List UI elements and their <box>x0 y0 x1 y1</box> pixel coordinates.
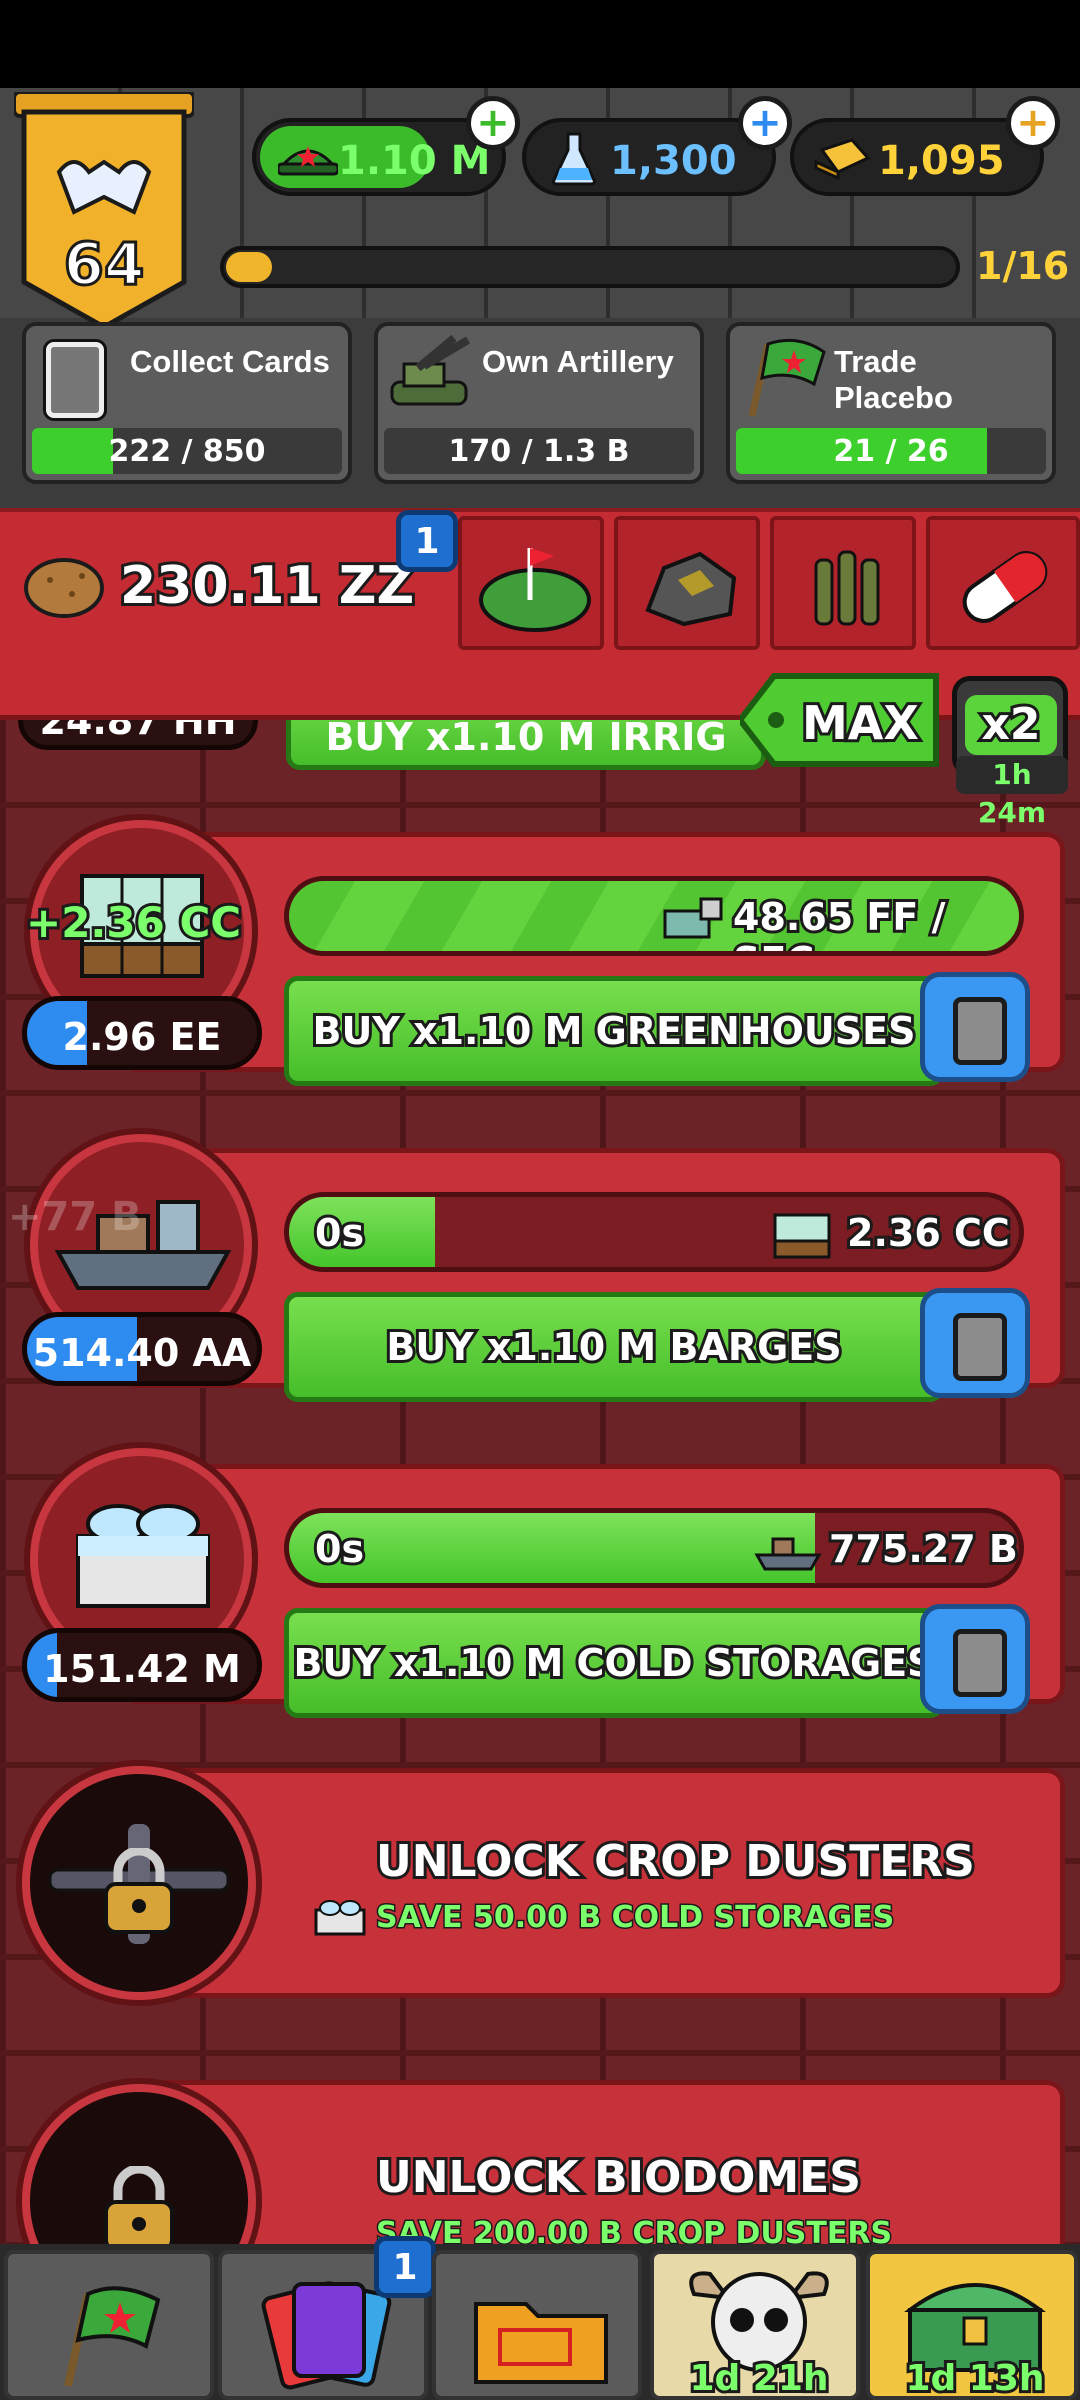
xp-bar <box>220 246 960 288</box>
quest-progress-text: 222 / 850 <box>108 434 266 469</box>
max-button[interactable]: MAX <box>736 672 940 768</box>
quest-title: Trade Placebo <box>834 344 953 415</box>
level-number: 64 <box>62 229 146 300</box>
tab-ammo[interactable] <box>770 516 916 650</box>
quest-own-artillery[interactable]: Own Artillery 170 / 1.3 B <box>374 322 704 484</box>
chest-timer: 1d 13h <box>902 2355 1047 2400</box>
owned-pill: 151.42 M <box>22 1628 262 1702</box>
greenhouse-card-button[interactable] <box>920 972 1030 1082</box>
nav-tab-trade[interactable] <box>4 2250 214 2400</box>
earning-float-text: +2.36 CC <box>23 895 244 950</box>
card-icon <box>46 342 104 418</box>
flask-icon <box>552 132 596 186</box>
card-icon <box>953 1313 1007 1381</box>
nav-tab-boss[interactable]: 1d 21h <box>650 2250 860 2400</box>
lock-icon <box>100 1846 178 1934</box>
production-rate: 2.36 CC <box>844 1208 1013 1258</box>
add-cash-plus-icon[interactable]: + <box>466 96 520 150</box>
level-banner[interactable]: 64 <box>12 90 196 332</box>
cycle-timer: 0s <box>312 1208 367 1258</box>
production-progress: 0s 2.36 CC <box>284 1192 1024 1272</box>
locked-title: UNLOCK CROP DUSTERS <box>373 1833 978 1890</box>
flag-icon <box>738 334 828 420</box>
artillery-icon <box>661 893 725 943</box>
pill-icon <box>962 551 1048 623</box>
army-hat-icon <box>276 136 340 180</box>
tab-fields[interactable] <box>458 516 604 650</box>
quest-title: Collect Cards <box>130 344 330 379</box>
buy-barges-button[interactable]: BUY x1.10 M BARGES <box>284 1292 944 1402</box>
add-science-plus-icon[interactable]: + <box>738 96 792 150</box>
production-rate: 48.65 FF / SEC <box>730 892 948 951</box>
production-rate: 775.27 B <box>826 1524 1019 1574</box>
quest-trade-placebo[interactable]: Trade Placebo 21 / 26 <box>726 322 1056 484</box>
barge-icon <box>753 1527 823 1573</box>
nav-tab-folder[interactable] <box>432 2250 642 2400</box>
xp-progress-text: 1/16 <box>976 244 1070 288</box>
quest-progress-bar: 222 / 850 <box>32 428 342 474</box>
quest-progress-text: 170 / 1.3 B <box>448 434 630 469</box>
locked-requirement: SAVE 50.00 B COLD STORAGES <box>374 1899 895 1937</box>
artillery-icon <box>384 334 474 414</box>
lock-icon <box>100 2164 178 2252</box>
gold-bar-icon <box>812 136 872 181</box>
quest-collect-cards[interactable]: Collect Cards 222 / 850 <box>22 322 352 484</box>
gold-value: 1,095 <box>878 138 1005 184</box>
quest-title: Own Artillery <box>482 344 674 379</box>
cold-storage-icon <box>312 1896 368 1936</box>
crop-duster-circle <box>22 1766 256 2000</box>
ore-icon <box>645 551 737 627</box>
science-value: 1,300 <box>610 138 737 184</box>
boss-timer: 1d 21h <box>686 2355 831 2400</box>
add-gold-plus-icon[interactable]: + <box>1006 96 1060 150</box>
barge-card-button[interactable] <box>920 1288 1030 1398</box>
potato-badge: 1 <box>396 510 458 572</box>
status-bar <box>0 0 1080 88</box>
quest-progress-bar: 170 / 1.3 B <box>384 428 694 474</box>
nav-tab-chest[interactable]: 1d 13h <box>866 2250 1078 2400</box>
cold-storage-card-button[interactable] <box>920 1604 1030 1714</box>
potato-amount: 230.11 ZZ <box>117 553 417 619</box>
cycle-timer: 0s <box>312 1524 367 1574</box>
quest-progress-bar: 21 / 26 <box>736 428 1046 474</box>
locked-title: UNLOCK BIODOMES <box>373 2149 864 2206</box>
folder-icon <box>474 2302 608 2384</box>
tab-ore[interactable] <box>614 516 760 650</box>
production-progress: 0s 775.27 B <box>284 1508 1024 1588</box>
flag-icon <box>64 2286 161 2387</box>
card-icon <box>953 1629 1007 1697</box>
boost-timer: 1h 24m <box>956 756 1068 829</box>
card-icon <box>953 997 1007 1065</box>
potato-icon <box>22 552 106 624</box>
cash-value: 1.10 M <box>338 138 491 184</box>
field-icon <box>479 548 591 632</box>
buy-cold-storages-button[interactable]: BUY x1.10 M COLD STORAGES <box>284 1608 944 1718</box>
buy-greenhouses-button[interactable]: BUY x1.10 M GREENHOUSES <box>284 976 944 1086</box>
quest-progress-text: 21 / 26 <box>833 434 949 469</box>
tab-pills[interactable] <box>926 516 1080 650</box>
ammo-icon <box>814 550 880 626</box>
production-progress: 48.65 FF / SEC <box>284 876 1024 956</box>
cards-badge: 1 <box>374 2236 436 2298</box>
owned-pill: 514.40 AA <box>22 1312 262 1386</box>
owned-pill: 2.96 EE <box>22 996 262 1070</box>
earning-float-text: +77 B <box>8 1194 142 1240</box>
greenhouse-icon <box>769 1207 835 1261</box>
